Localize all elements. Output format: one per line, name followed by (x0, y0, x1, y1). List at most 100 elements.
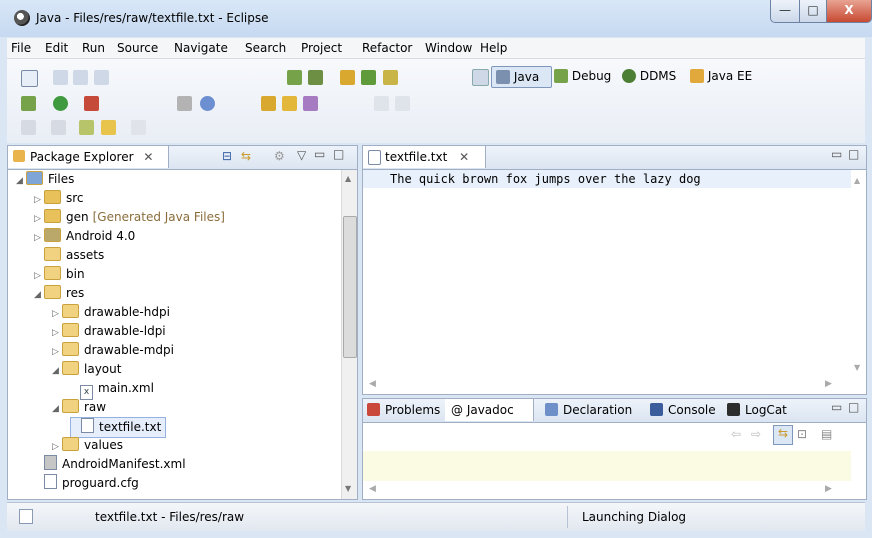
scroll-right-icon[interactable]: ▶ (825, 484, 832, 494)
minimize-editor-icon[interactable]: ▭ (831, 147, 842, 161)
tree-item[interactable]: ▷ gen [Generated Java Files] (34, 208, 225, 227)
tree-item[interactable]: ▷ drawable-mdpi (52, 341, 174, 360)
expanded-arrow-icon[interactable]: ◢ (52, 362, 62, 381)
tree-item[interactable]: ▷ src (34, 189, 84, 208)
open-type-icon[interactable] (261, 96, 276, 111)
editor-text[interactable]: The quick brown fox jumps over the lazy … (390, 172, 701, 186)
run-icon[interactable] (53, 96, 68, 111)
scroll-left-icon[interactable]: ◀ (369, 484, 376, 494)
minimize-panel-icon[interactable]: ▭ (831, 400, 842, 414)
search-icon[interactable] (303, 96, 318, 111)
save-icon[interactable] (53, 70, 68, 85)
last-edit-icon[interactable] (79, 120, 94, 135)
new-package-icon[interactable] (177, 96, 192, 111)
tree-item[interactable]: ▷ bin (34, 265, 85, 284)
toggle-mark-icon[interactable] (374, 96, 389, 111)
open-perspective-icon[interactable] (472, 69, 489, 86)
link-editor-icon[interactable]: ⇆ (241, 149, 251, 163)
open-attached-javadoc-icon[interactable]: ⊡ (797, 427, 807, 441)
tree-item[interactable]: proguard.cfg (34, 474, 139, 493)
new-icon[interactable] (21, 70, 38, 87)
tree-item[interactable]: textfile.txt (70, 417, 167, 438)
save-all-icon[interactable] (73, 70, 88, 85)
view-menu-icon[interactable]: ▽ (297, 148, 306, 162)
maximize-view-icon[interactable]: □ (333, 147, 344, 161)
minimize-button[interactable]: — (770, 0, 800, 23)
tree-item[interactable]: ▷ drawable-ldpi (52, 322, 166, 341)
scroll-down-icon[interactable]: ▼ (345, 484, 351, 493)
new-java-project-icon[interactable] (340, 70, 355, 85)
tab-javadoc[interactable]: @ Javadoc ✕ (445, 399, 534, 439)
tree-item[interactable]: ◢ raw (52, 398, 106, 417)
close-button[interactable]: X (826, 0, 872, 23)
tree-scroll-thumb[interactable] (343, 216, 357, 358)
menu-project[interactable]: Project (301, 41, 342, 55)
show-whitespace-icon[interactable] (395, 96, 410, 111)
tab-package-explorer[interactable]: Package Explorer ✕ (8, 146, 169, 168)
perspective-ddms[interactable]: DDMS (622, 66, 676, 86)
scroll-down-icon[interactable]: ▼ (854, 363, 860, 372)
expanded-arrow-icon[interactable]: ◢ (52, 400, 62, 419)
javadoc-hscrollbar[interactable]: ◀ ▶ (363, 482, 851, 498)
menu-refactor[interactable]: Refactor (362, 41, 412, 55)
new-file-status-icon[interactable] (19, 509, 33, 524)
back-icon[interactable] (101, 120, 116, 135)
collapse-all-icon[interactable]: ⊟ (222, 149, 232, 163)
tree-scrollbar[interactable]: ▲ ▼ (341, 170, 357, 499)
editor-scrollbar[interactable]: ▲ ▼ (851, 170, 866, 377)
previous-annotation-icon[interactable] (51, 120, 66, 135)
new-class-icon[interactable] (200, 96, 215, 111)
scroll-up-icon[interactable]: ▲ (345, 174, 351, 183)
maximize-editor-icon[interactable]: □ (848, 147, 859, 161)
maximize-panel-icon[interactable]: □ (848, 400, 859, 414)
forward-icon[interactable] (131, 120, 146, 135)
tab-logcat[interactable]: LogCat (723, 399, 797, 421)
tab-console[interactable]: Console (646, 399, 724, 421)
open-folder-icon[interactable] (282, 96, 297, 111)
android-sdk-icon[interactable] (287, 70, 302, 85)
expanded-arrow-icon[interactable]: ◢ (34, 286, 44, 305)
debug-icon[interactable] (21, 96, 36, 111)
next-annotation-icon[interactable] (21, 120, 36, 135)
android-lint-icon[interactable] (383, 70, 398, 85)
menu-window[interactable]: Window (425, 41, 472, 55)
tree-item[interactable]: ▷ values (52, 436, 123, 455)
expanded-arrow-icon[interactable]: ◢ (16, 172, 26, 191)
forward-icon[interactable]: ⇨ (751, 427, 761, 441)
menu-edit[interactable]: Edit (45, 41, 68, 55)
perspective-java[interactable]: Java (491, 66, 552, 88)
close-tab-icon[interactable]: ✕ (459, 150, 469, 164)
tab-problems[interactable]: Problems (363, 399, 446, 421)
menu-navigate[interactable]: Navigate (174, 41, 228, 55)
link-selection-icon[interactable]: ⇆ (773, 425, 793, 445)
javadoc-scrollbar[interactable] (851, 451, 866, 481)
tree-item[interactable]: x main.xml (70, 379, 154, 400)
external-tools-icon[interactable] (84, 96, 99, 111)
menu-help[interactable]: Help (480, 41, 507, 55)
avd-manager-icon[interactable] (308, 70, 323, 85)
tree-item[interactable]: ▷ drawable-hdpi (52, 303, 170, 322)
tree-item[interactable]: ◢ layout (52, 360, 121, 379)
open-input-icon[interactable]: ▤ (821, 427, 832, 441)
focus-icon[interactable]: ⚙ (274, 149, 285, 163)
perspective-javaee[interactable]: Java EE (690, 66, 752, 86)
junit-icon[interactable] (361, 70, 376, 85)
tree-item[interactable]: ◢ res (34, 284, 84, 303)
tree-item[interactable]: ◢ Files (16, 170, 74, 189)
tree-item[interactable]: ▷ Android 4.0 (34, 227, 135, 246)
scroll-right-icon[interactable]: ▶ (825, 379, 832, 389)
scroll-left-icon[interactable]: ◀ (369, 379, 376, 389)
menu-source[interactable]: Source (117, 41, 158, 55)
back-icon[interactable]: ⇦ (731, 427, 741, 441)
menu-run[interactable]: Run (82, 41, 105, 55)
perspective-debug[interactable]: Debug (554, 66, 611, 86)
minimize-view-icon[interactable]: ▭ (314, 147, 325, 161)
print-icon[interactable] (94, 70, 109, 85)
menu-search[interactable]: Search (245, 41, 286, 55)
tree-item[interactable]: assets (34, 246, 104, 265)
tab-declaration[interactable]: Declaration (541, 399, 647, 421)
tree-item[interactable]: AndroidManifest.xml (34, 455, 186, 474)
scroll-up-icon[interactable]: ▲ (854, 176, 860, 185)
close-tab-icon[interactable]: ✕ (143, 150, 153, 164)
editor-hscrollbar[interactable]: ◀ ▶ (363, 377, 851, 393)
